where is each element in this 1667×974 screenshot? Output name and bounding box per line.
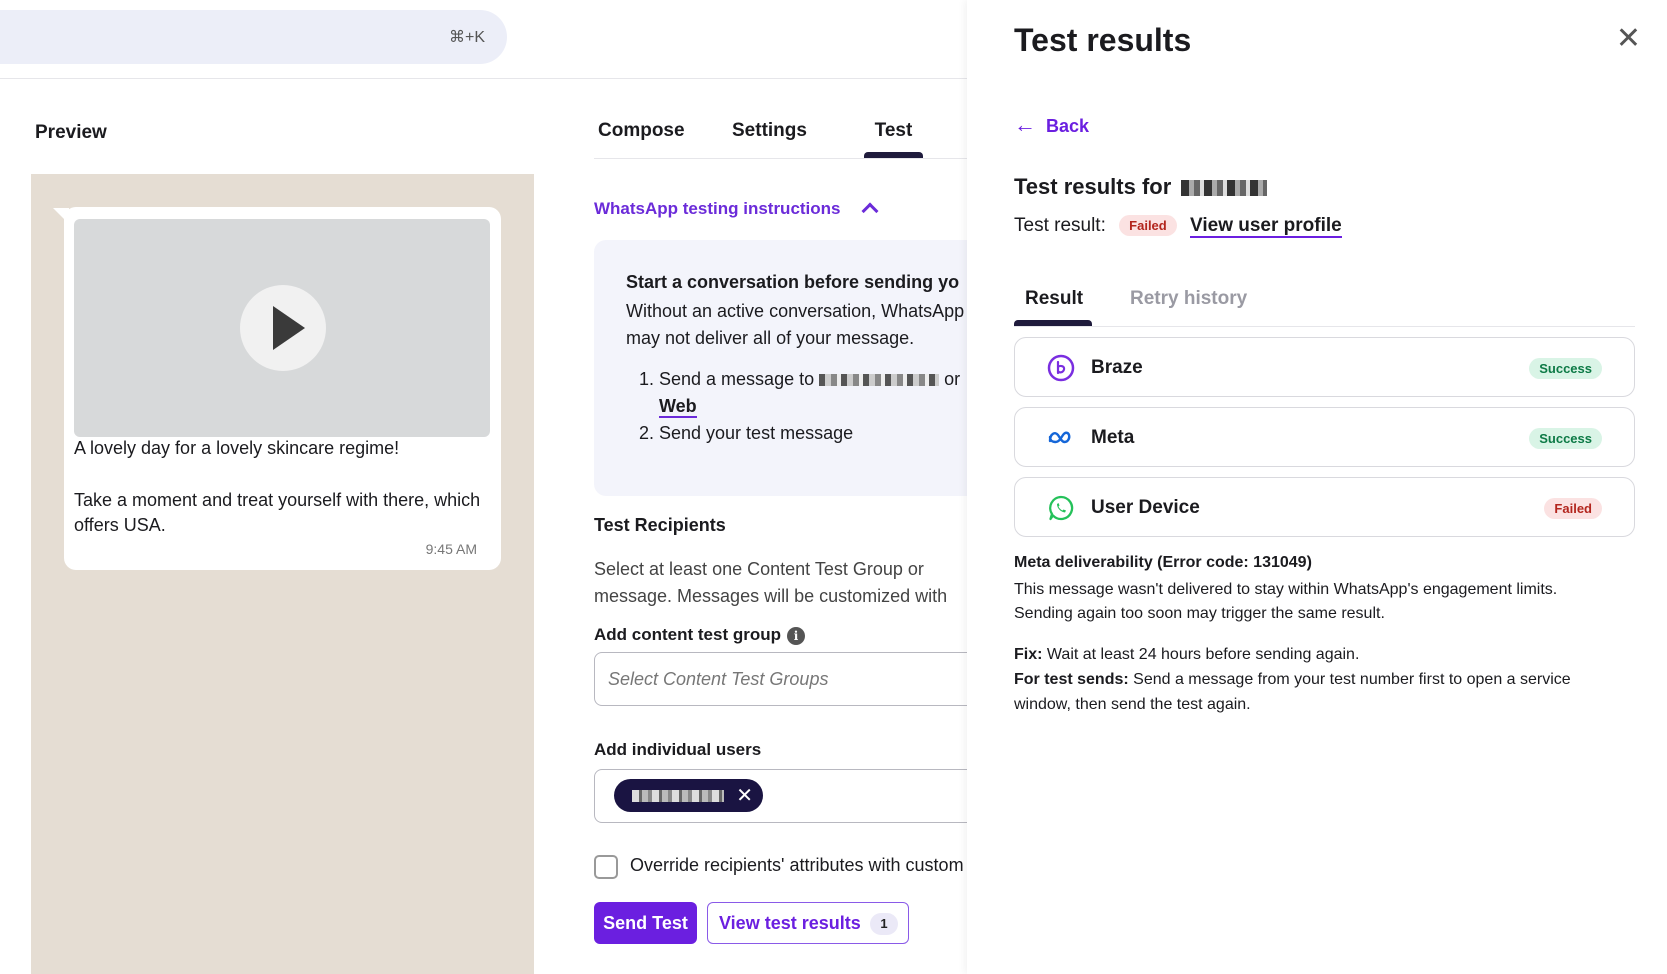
- instructions-box: Start a conversation before sending yo W…: [594, 240, 1014, 496]
- info-icon[interactable]: i: [786, 626, 805, 645]
- panel-tabs-divider: [1014, 326, 1635, 327]
- error-body: This message wasn't delivered to stay wi…: [1014, 581, 1558, 622]
- message-line-1: A lovely day for a lovely skincare regim…: [74, 438, 400, 458]
- back-label: Back: [1046, 116, 1090, 136]
- recipients-desc-line-2: message. Messages will be customized wit…: [594, 586, 948, 606]
- test-sends-line: For test sends: Send a message from your…: [1014, 667, 1614, 717]
- redacted-user: [632, 790, 724, 802]
- test-sends-label: For test sends:: [1014, 671, 1129, 688]
- step-1-suffix: or: [944, 369, 961, 389]
- chevron-up-icon[interactable]: [861, 202, 879, 220]
- status-badge: Success: [1529, 358, 1602, 379]
- whatsapp-icon: [1049, 495, 1074, 521]
- tab-compose[interactable]: Compose: [598, 120, 685, 142]
- arrow-left-icon: ←: [1014, 112, 1036, 137]
- meta-icon: [1048, 431, 1071, 444]
- individual-users-label: Add individual users: [594, 740, 762, 759]
- tab-retry-history[interactable]: Retry history: [1130, 288, 1247, 310]
- step-name: Braze: [1091, 357, 1143, 378]
- instructions-step-2: Send your test message: [659, 420, 986, 447]
- results-count-badge: 1: [870, 913, 898, 935]
- delivery-step-user-device: User Device Failed: [1014, 477, 1635, 537]
- status-badge: Failed: [1119, 215, 1177, 237]
- tab-settings[interactable]: Settings: [732, 120, 807, 142]
- top-divider: [0, 78, 967, 79]
- step-1-prefix: Send a message to: [659, 369, 815, 389]
- play-icon[interactable]: [240, 285, 326, 371]
- tab-result[interactable]: Result: [1025, 288, 1083, 310]
- instructions-body: Without an active conversation, WhatsApp…: [626, 301, 965, 348]
- fix-label: Fix:: [1014, 646, 1043, 663]
- content-group-placeholder: Select Content Test Groups: [608, 669, 829, 689]
- override-checkbox[interactable]: [594, 855, 618, 879]
- instructions-step-1: Send a message to or Web: [659, 366, 986, 420]
- message-line-2: Take a moment and treat yourself with th…: [74, 490, 481, 535]
- test-results-panel: Test results ✕ ← Back Test results for Te…: [967, 0, 1667, 974]
- instructions-title: Start a conversation before sending yo: [626, 272, 960, 292]
- braze-icon: [1047, 354, 1075, 382]
- search-bar[interactable]: ⌘+K: [0, 10, 507, 64]
- content-group-label: Add content test group i: [594, 625, 805, 645]
- panel-title: Test results: [1014, 22, 1192, 58]
- view-user-profile-link[interactable]: View user profile: [1190, 215, 1342, 238]
- send-test-button[interactable]: Send Test: [594, 902, 697, 944]
- search-shortcut: ⌘+K: [448, 29, 485, 46]
- redacted-username: [1181, 180, 1268, 197]
- close-icon[interactable]: ✕: [1616, 24, 1641, 54]
- test-recipients-title: Test Recipients: [594, 515, 726, 535]
- view-test-results-button[interactable]: View test results 1: [707, 902, 909, 944]
- override-label: Override recipients' attributes with cus…: [630, 855, 964, 875]
- error-title: Meta deliverability (Error code: 131049): [1014, 554, 1312, 571]
- status-badge: Success: [1529, 428, 1602, 449]
- recipients-desc-line-1: Select at least one Content Test Group o…: [594, 559, 924, 579]
- whatsapp-web-link[interactable]: Web: [659, 396, 697, 418]
- test-result-line: Test result: Failed View user profile: [1014, 215, 1342, 238]
- step-name: Meta: [1091, 427, 1135, 448]
- delivery-step-braze: Braze Success: [1014, 337, 1635, 397]
- video-thumbnail[interactable]: [74, 219, 490, 437]
- test-result-label: Test result:: [1014, 215, 1106, 236]
- fix-text: Wait at least 24 hours before sending ag…: [1046, 646, 1360, 663]
- instructions-toggle[interactable]: WhatsApp testing instructions: [594, 199, 841, 219]
- fix-line: Fix: Wait at least 24 hours before sendi…: [1014, 642, 1614, 667]
- close-icon[interactable]: ✕: [736, 783, 753, 808]
- message-time: 9:45 AM: [425, 541, 477, 557]
- test-recipients-description: Select at least one Content Test Group o…: [594, 556, 974, 610]
- user-chip[interactable]: ✕: [614, 779, 763, 812]
- results-for-heading: Test results for: [1014, 174, 1268, 200]
- results-for-label: Test results for: [1014, 174, 1172, 199]
- tabs-divider: [594, 158, 967, 159]
- back-button[interactable]: ← Back: [1014, 112, 1089, 138]
- delivery-step-meta: Meta Success: [1014, 407, 1635, 467]
- preview-title: Preview: [35, 122, 107, 143]
- content-group-select[interactable]: Select Content Test Groups: [594, 652, 994, 706]
- fix-section: Fix: Wait at least 24 hours before sendi…: [1014, 642, 1614, 717]
- redacted-phone: [819, 374, 940, 387]
- tab-test[interactable]: Test: [864, 120, 923, 142]
- view-test-results-label: View test results: [719, 913, 861, 933]
- individual-users-input[interactable]: ✕: [594, 769, 994, 823]
- step-name: User Device: [1091, 497, 1200, 518]
- content-group-label-text: Add content test group: [594, 625, 781, 644]
- instructions-steps: Send a message to or Web Send your test …: [626, 366, 986, 447]
- status-badge: Failed: [1544, 498, 1602, 519]
